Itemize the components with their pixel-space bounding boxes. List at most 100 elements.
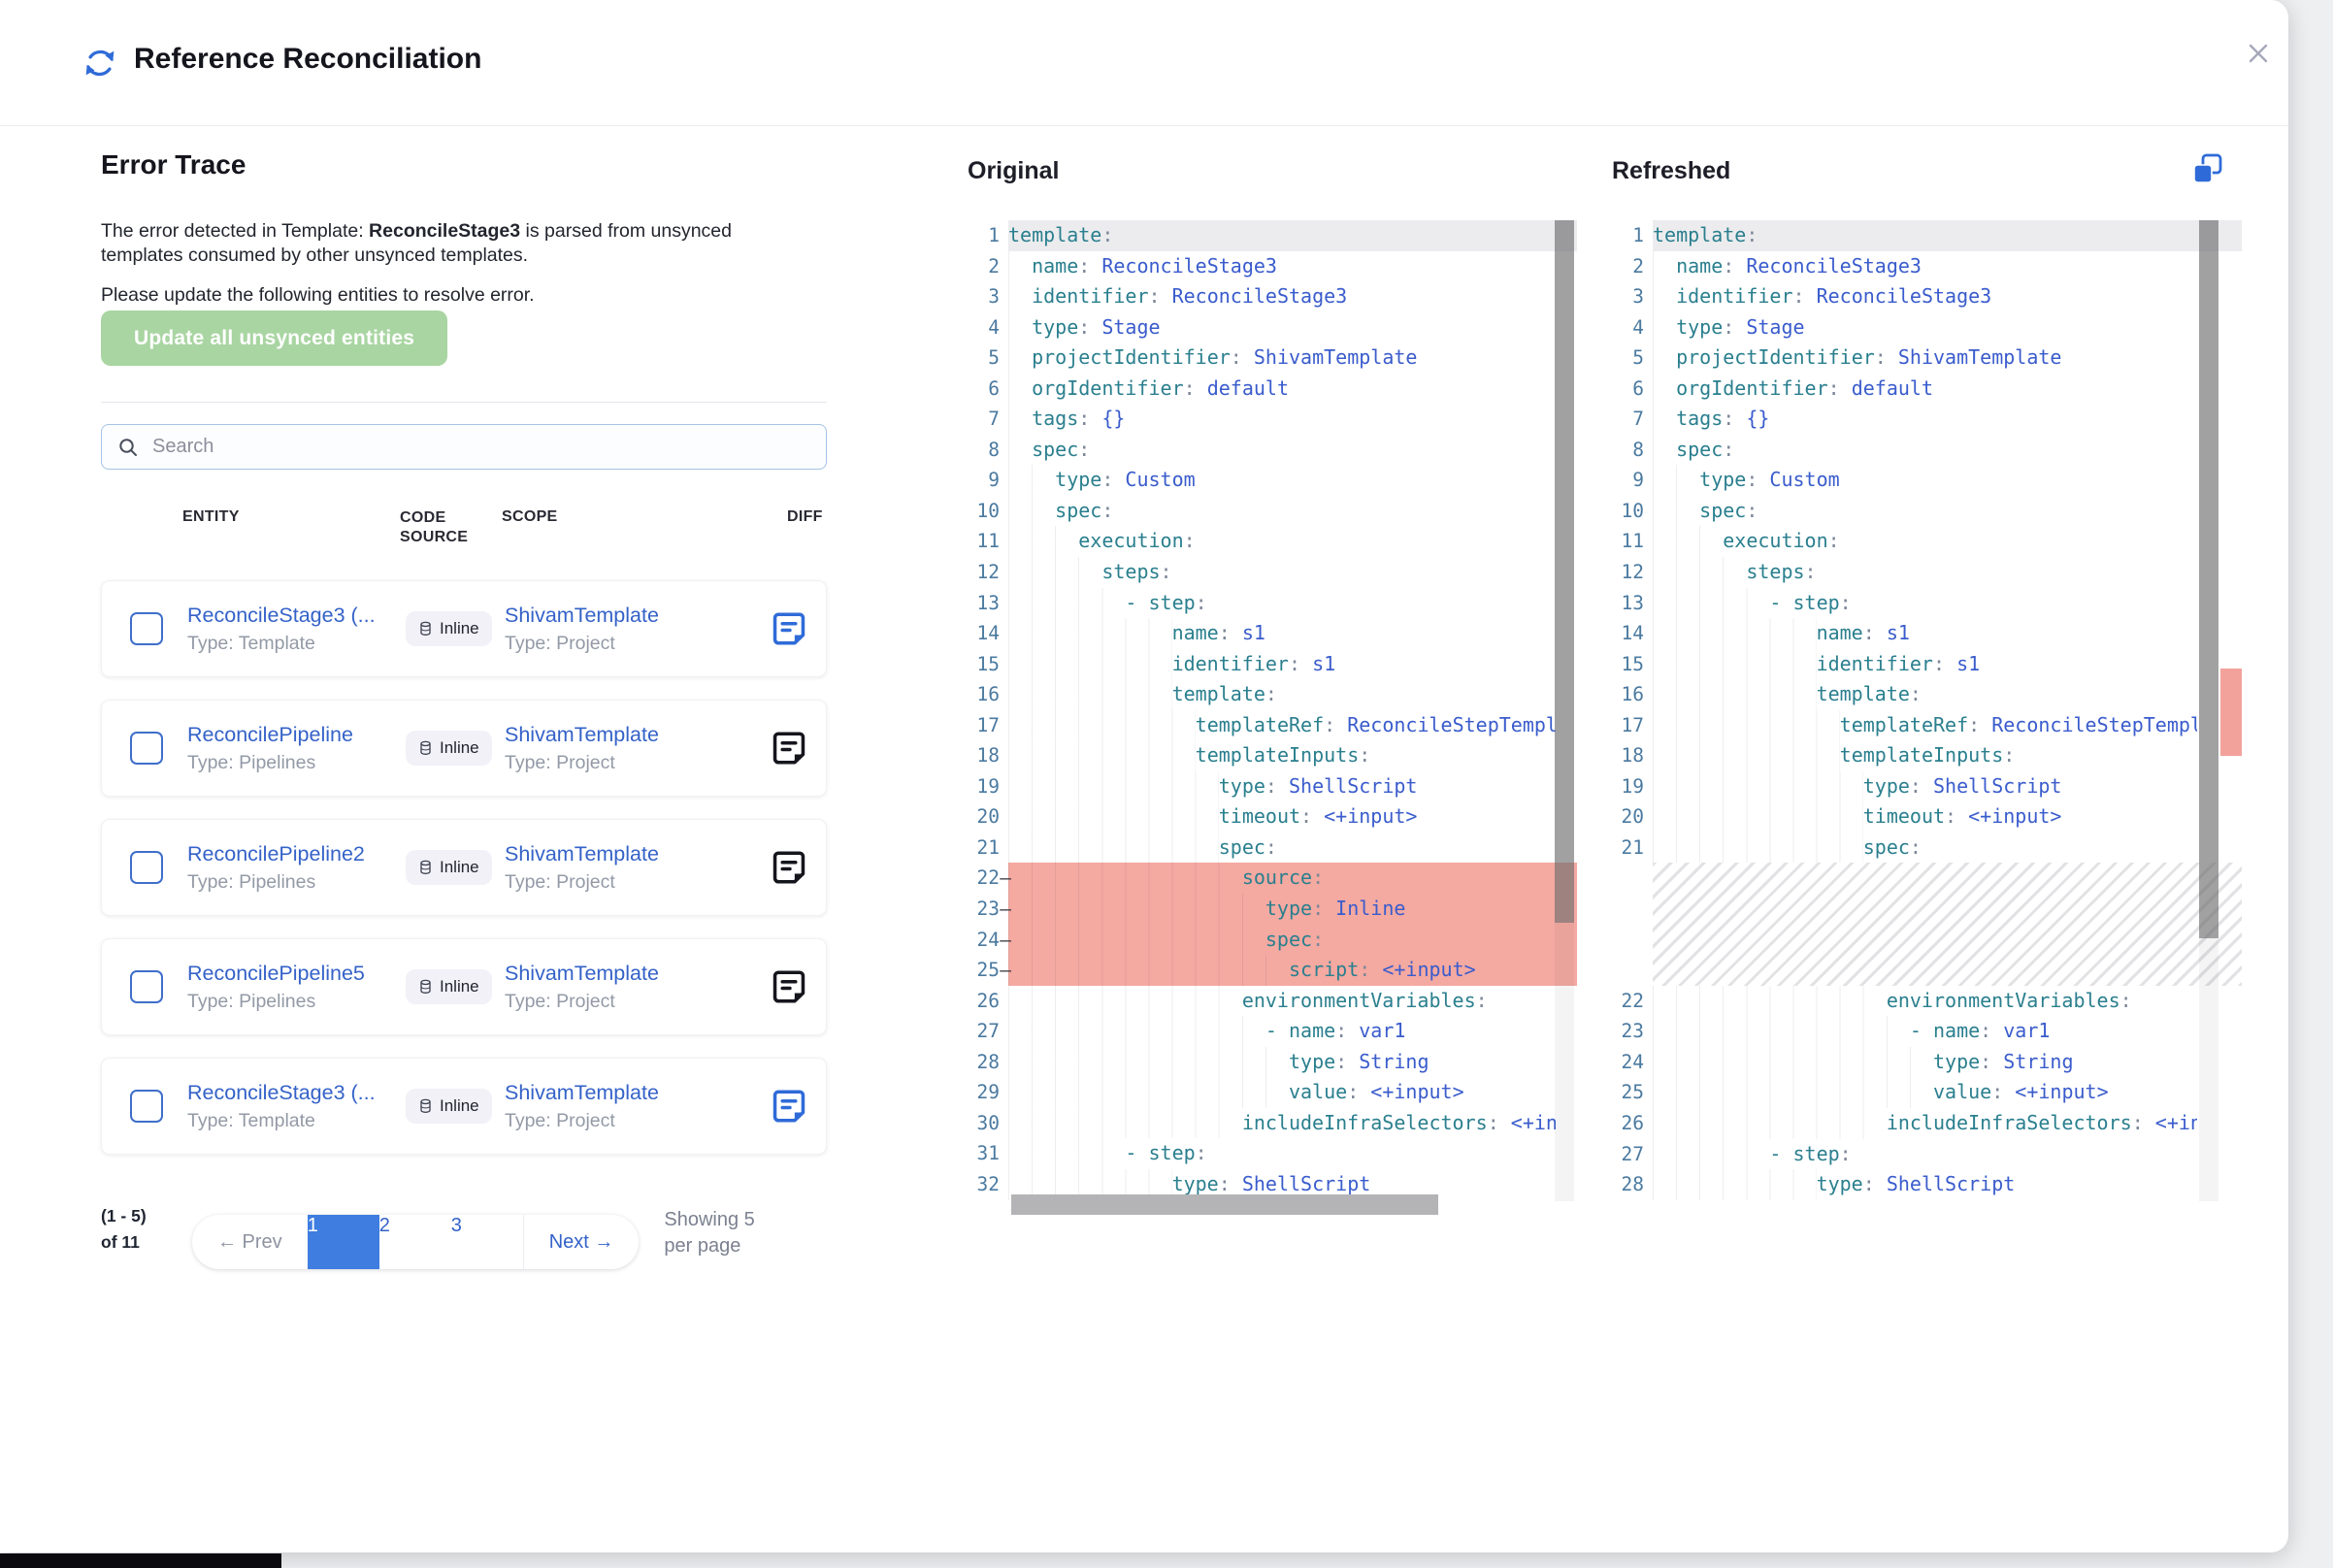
scope-name-link[interactable]: ShivamTemplate (505, 723, 770, 747)
line-number: 24— (968, 925, 1008, 956)
code-line: 31- step: (968, 1138, 1577, 1169)
pagination-range: (1 - 5) of 11 (101, 1203, 161, 1256)
entity-name-link[interactable]: ReconcilePipeline5 (187, 962, 406, 986)
line-number: 15 (1612, 649, 1653, 680)
code-source-cell: Inline (406, 1089, 505, 1124)
code-line: 6orgIdentifier: default (1612, 374, 2242, 405)
update-all-unsynced-button[interactable]: Update all unsynced entities (101, 310, 447, 366)
line-number: 1 (1612, 220, 1653, 251)
code-line: 20timeout: <+input> (968, 801, 1577, 833)
refreshed-code-editor: 1template:2name: ReconcileStage33identif… (1612, 220, 2242, 1201)
line-number: 21 (968, 833, 1008, 864)
close-icon[interactable] (2242, 37, 2275, 70)
page-button-3[interactable]: 3 (451, 1215, 523, 1269)
diff-note-icon[interactable] (770, 1087, 808, 1126)
prev-page-button[interactable]: ← Prev (192, 1215, 308, 1269)
original-vertical-scrollbar-thumb[interactable] (1555, 220, 1574, 923)
line-number: 20 (1612, 801, 1653, 833)
code-source-label: Inline (440, 619, 479, 638)
page-button-2[interactable]: 2 (379, 1215, 451, 1269)
code-line: 23- name: var1 (1612, 1016, 2242, 1047)
diff-fold-dash: — (1000, 894, 1011, 925)
diff-note-icon[interactable] (770, 967, 808, 1006)
scope-name-link[interactable]: ShivamTemplate (505, 604, 770, 628)
code-line: 29value: <+input> (968, 1077, 1577, 1108)
table-row: ReconcilePipeline5 Type: Pipelines Inlin… (101, 938, 827, 1035)
row-checkbox[interactable] (130, 1090, 163, 1123)
entity-name-link[interactable]: ReconcileStage3 (... (187, 1081, 406, 1105)
scope-name-link[interactable]: ShivamTemplate (505, 1081, 770, 1105)
diff-note-icon[interactable] (770, 729, 808, 768)
line-number: 18 (1612, 740, 1653, 771)
line-number: 4 (1612, 312, 1653, 343)
row-checkbox[interactable] (130, 732, 163, 765)
row-checkbox[interactable] (130, 851, 163, 884)
code-source-badge: Inline (406, 731, 492, 766)
code-line: 12steps: (968, 557, 1577, 588)
row-checkbox[interactable] (130, 612, 163, 645)
scope-cell: ShivamTemplate Type: Project (505, 962, 770, 1013)
database-icon (418, 740, 433, 756)
line-number: 8 (968, 435, 1008, 466)
code-line: 4type: Stage (968, 312, 1577, 343)
code-line: 3identifier: ReconcileStage3 (968, 281, 1577, 312)
code-line: 13- step: (968, 588, 1577, 619)
entity-name-link[interactable]: ReconcilePipeline2 (187, 842, 406, 866)
code-line: 5projectIdentifier: ShivamTemplate (968, 343, 1577, 374)
code-line: 30includeInfraSelectors: <+input> (968, 1108, 1577, 1139)
row-checkbox[interactable] (130, 970, 163, 1003)
line-number: 14 (968, 618, 1008, 649)
scope-name-link[interactable]: ShivamTemplate (505, 842, 770, 866)
table-row: ReconcileStage3 (... Type: Template Inli… (101, 1058, 827, 1155)
code-line: 28type: ShellScript (1612, 1169, 2242, 1200)
line-number: 27 (968, 1016, 1008, 1047)
code-source-cell: Inline (406, 969, 505, 1004)
line-number: 31 (968, 1138, 1008, 1169)
code-line: 11execution: (1612, 526, 2242, 557)
page-button-1[interactable]: 1 (308, 1215, 379, 1269)
diff-note-icon[interactable] (770, 609, 808, 648)
diff-overview-ruler-marker (2220, 669, 2242, 756)
line-number: 12 (1612, 557, 1653, 588)
line-number: 23 (1612, 1016, 1653, 1047)
code-line: 15identifier: s1 (968, 649, 1577, 680)
scope-type-label: Type: Project (505, 752, 770, 774)
line-number: 20 (968, 801, 1008, 833)
entity-name-link[interactable]: ReconcilePipeline (187, 723, 406, 747)
code-line: 26environmentVariables: (968, 986, 1577, 1017)
scope-name-link[interactable]: ShivamTemplate (505, 962, 770, 986)
line-number: 7 (1612, 404, 1653, 435)
line-number: 27 (1612, 1139, 1653, 1170)
search-input[interactable] (150, 435, 826, 459)
code-source-badge: Inline (406, 850, 492, 885)
entity-name-link[interactable]: ReconcileStage3 (... (187, 604, 406, 628)
code-line: 19type: ShellScript (1612, 771, 2242, 802)
code-line: 17templateRef: ReconcileStepTemplate (1612, 710, 2242, 741)
code-line: 25value: <+input> (1612, 1077, 2242, 1108)
entity-type-label: Type: Template (187, 1110, 406, 1132)
column-header-scope: SCOPE (502, 508, 558, 526)
code-line: 21spec: (1612, 833, 2242, 864)
code-line: 15identifier: s1 (1612, 649, 2242, 680)
copy-icon[interactable] (2189, 151, 2226, 188)
code-line: 11execution: (968, 526, 1577, 557)
code-line: 10spec: (968, 496, 1577, 527)
code-line: 10spec: (1612, 496, 2242, 527)
next-page-button[interactable]: Next → (523, 1215, 640, 1269)
refreshed-vertical-scrollbar-thumb[interactable] (2199, 220, 2218, 938)
code-line: 1template: (968, 220, 1577, 251)
bottom-taskbar-fragment (0, 1553, 281, 1568)
code-line: 9type: Custom (1612, 465, 2242, 496)
line-number: 8 (1612, 435, 1653, 466)
line-number: 26 (1612, 1108, 1653, 1139)
code-line: 27- step: (1612, 1139, 2242, 1170)
line-number: 7 (968, 404, 1008, 435)
code-line: 22environmentVariables: (1612, 986, 2242, 1017)
original-horizontal-scrollbar-thumb[interactable] (1011, 1194, 1438, 1215)
line-number: 9 (968, 465, 1008, 496)
diff-note-icon[interactable] (770, 848, 808, 887)
line-number: 23— (968, 894, 1008, 925)
error-description: The error detected in Template: Reconcil… (101, 219, 786, 268)
scope-type-label: Type: Project (505, 871, 770, 894)
diff-fold-dash: — (1000, 955, 1011, 986)
